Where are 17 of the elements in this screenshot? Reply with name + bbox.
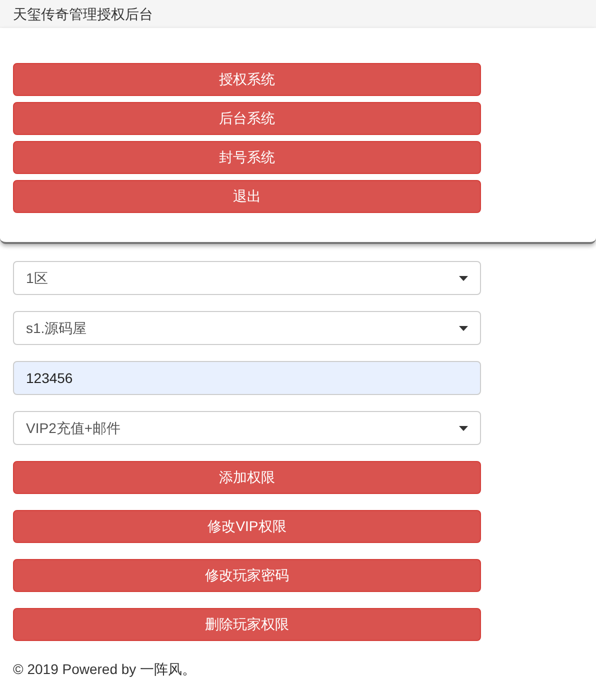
dropdown-caret-icon [459, 276, 468, 280]
action-button[interactable]: 修改玩家密码 [13, 559, 481, 592]
menu-button[interactable]: 退出 [13, 180, 481, 213]
input-field[interactable]: 123456 [13, 361, 481, 395]
dropdown-caret-icon [459, 426, 468, 430]
action-button[interactable]: 添加权限 [13, 461, 481, 494]
menu-button[interactable]: 后台系统 [13, 102, 481, 135]
action-button[interactable]: 删除玩家权限 [13, 608, 481, 641]
action-button[interactable]: 修改VIP权限 [13, 510, 481, 543]
footer-text: © 2019 Powered by 一阵风。 [13, 660, 198, 679]
dropdown-caret-icon [459, 326, 468, 330]
select-field[interactable]: s1.源码屋 [13, 311, 481, 345]
page-title: 天玺传奇管理授权后台 [13, 4, 153, 24]
select-field[interactable]: VIP2充值+邮件 [13, 411, 481, 445]
select-field[interactable]: 1区 [13, 261, 481, 295]
menu-button[interactable]: 封号系统 [13, 141, 481, 174]
menu-button[interactable]: 授权系统 [13, 63, 481, 96]
